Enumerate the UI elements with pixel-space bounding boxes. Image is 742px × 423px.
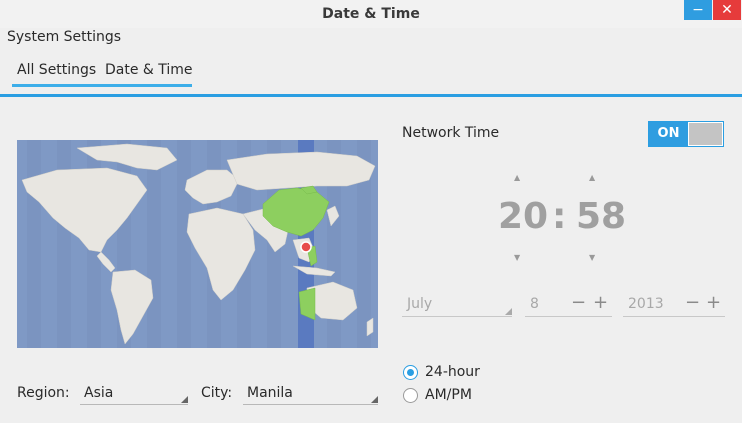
hours-down-icon[interactable]: ▼ bbox=[514, 253, 520, 262]
window-title: Date & Time bbox=[322, 6, 420, 22]
minimize-button[interactable]: − bbox=[684, 0, 712, 20]
day-decrement-button[interactable]: − bbox=[571, 292, 586, 313]
tab-underline bbox=[12, 84, 192, 87]
radio-am-pm[interactable] bbox=[403, 388, 418, 403]
world-map-graphic bbox=[21, 140, 376, 348]
radio-24-hour[interactable] bbox=[403, 365, 418, 380]
city-label: City: bbox=[201, 385, 233, 401]
region-combobox[interactable]: Asia bbox=[80, 383, 188, 405]
network-time-label: Network Time bbox=[402, 125, 500, 141]
hours-value[interactable]: 20 bbox=[498, 196, 548, 237]
time-separator: : bbox=[552, 196, 567, 237]
tab-date-time[interactable]: Date & Time bbox=[105, 62, 193, 78]
minutes-value[interactable]: 58 bbox=[576, 196, 626, 237]
hours-up-icon[interactable]: ▲ bbox=[514, 173, 520, 182]
month-value: July bbox=[407, 296, 433, 312]
title-bar: Date & Time − ✕ bbox=[0, 0, 742, 28]
dropdown-arrow-icon bbox=[181, 396, 188, 403]
year-decrement-button[interactable]: − bbox=[685, 292, 700, 313]
system-settings-title: System Settings bbox=[7, 29, 122, 45]
toggle-state: ON bbox=[649, 122, 688, 146]
dropdown-arrow-icon bbox=[505, 308, 512, 315]
toggle-knob bbox=[689, 123, 722, 145]
city-combobox[interactable]: Manila bbox=[243, 383, 378, 405]
network-time-toggle[interactable]: ON bbox=[648, 121, 724, 147]
year-value: 2013 bbox=[628, 296, 664, 312]
dropdown-arrow-icon bbox=[371, 396, 378, 403]
tab-all-settings[interactable]: All Settings bbox=[17, 62, 96, 78]
month-combobox[interactable]: July bbox=[402, 293, 512, 317]
city-value: Manila bbox=[247, 385, 293, 401]
region-label: Region: bbox=[17, 385, 70, 401]
close-button[interactable]: ✕ bbox=[713, 0, 741, 20]
minutes-up-icon[interactable]: ▲ bbox=[589, 173, 595, 182]
day-value: 8 bbox=[530, 296, 539, 312]
radio-am-pm-label[interactable]: AM/PM bbox=[425, 387, 472, 403]
city-marker-icon bbox=[300, 241, 312, 253]
year-increment-button[interactable]: + bbox=[706, 292, 721, 313]
world-map[interactable] bbox=[17, 140, 378, 348]
day-increment-button[interactable]: + bbox=[593, 292, 608, 313]
region-value: Asia bbox=[84, 385, 114, 401]
radio-24-hour-label[interactable]: 24-hour bbox=[425, 364, 480, 380]
minutes-down-icon[interactable]: ▼ bbox=[589, 253, 595, 262]
